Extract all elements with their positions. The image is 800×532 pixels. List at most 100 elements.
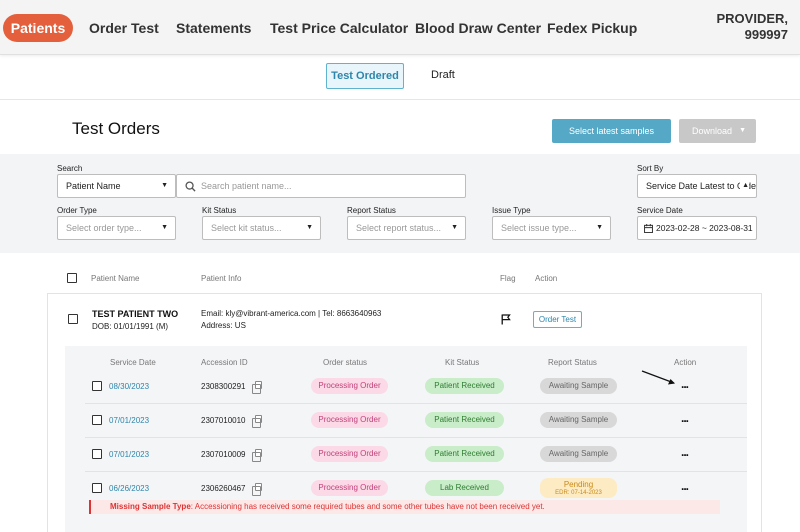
col-flag: Flag [500,274,516,283]
kit-status-select[interactable]: Select kit status... ▼ [202,216,321,240]
nav-blood-draw-center[interactable]: Blood Draw Center [415,20,541,36]
accession-id: 2307010009 [201,450,246,459]
caret-down-icon: ▼ [451,224,458,231]
col-service-date: Service Date [110,358,156,367]
nav-test-price-calculator[interactable]: Test Price Calculator [270,20,408,36]
patient-checkbox[interactable] [68,314,78,324]
report-status-badge: Awaiting Sample [540,412,617,428]
report-status-select[interactable]: Select report status... ▼ [347,216,466,240]
issue-type-select[interactable]: Select issue type... ▼ [492,216,611,240]
order-type-select[interactable]: Select order type... ▼ [57,216,176,240]
order-test-button[interactable]: Order Test [533,311,582,328]
copy-icon[interactable] [252,449,262,462]
order-status-badge: Processing Order [311,412,388,428]
row-checkbox[interactable] [92,449,102,459]
nav-patients[interactable]: Patients [3,14,73,42]
report-status-badge: Awaiting Sample [540,446,617,462]
sort-label: Sort By [637,164,664,173]
select-all-checkbox[interactable] [67,273,77,283]
kit-status-badge: Patient Received [425,412,504,428]
caret-down-icon: ▼ [161,224,168,231]
patient-name: TEST PATIENT TWO [92,309,179,319]
report-status-placeholder: Select report status... [356,223,442,233]
missing-sample-alert: Missing Sample Type: Accessioning has re… [89,500,720,514]
report-status-badge: Pending EDR: 07-14-2023 [540,478,617,498]
report-status-label: Pending [563,480,594,489]
copy-icon[interactable] [252,415,262,428]
accession-id: 2307010010 [201,416,246,425]
more-actions-icon[interactable]: ... [681,479,689,493]
order-status-badge: Processing Order [311,378,388,394]
kit-status-placeholder: Select kit status... [211,223,282,233]
service-date-link[interactable]: 08/30/2023 [109,382,149,391]
more-actions-icon[interactable]: ... [681,411,689,425]
more-actions-icon[interactable]: ... [681,377,689,391]
download-label: Download [692,126,733,136]
caret-down-icon: ▼ [306,224,313,231]
flag-icon[interactable] [501,314,511,325]
service-date-label: Service Date [637,206,683,215]
patient-address: Address: US [201,321,246,330]
accession-id: 2306260467 [201,484,246,493]
kit-status-badge: Patient Received [425,446,504,462]
row-checkbox[interactable] [92,483,102,493]
pointer-arrow-icon [641,370,675,385]
row-divider [85,403,747,404]
select-latest-samples-button[interactable]: Select latest samples [552,119,671,143]
order-type-label: Order Type [57,206,97,215]
nav-order-test[interactable]: Order Test [89,20,159,36]
kit-status-label: Kit Status [202,206,237,215]
tab-draft[interactable]: Draft [431,69,455,81]
search-placeholder: Search patient name... [201,181,292,191]
issue-type-label: Issue Type [492,206,531,215]
caret-down-icon: ▼ [596,224,603,231]
col-order-status: Order status [323,358,368,367]
col-accession-id: Accession ID [201,358,248,367]
tab-test-ordered[interactable]: Test Ordered [326,63,404,89]
accession-id: 2308300291 [201,382,246,391]
patient-contact: Email: kly@vibrant-america.com | Tel: 86… [201,309,382,318]
sub-tabs: Test Ordered Draft [0,56,800,100]
sort-select[interactable]: Service Date Latest to Oldest ▲ [637,174,757,198]
row-divider [85,471,747,472]
row-checkbox[interactable] [92,415,102,425]
col-kit-status: Kit Status [445,358,480,367]
caret-down-icon: ▼ [739,127,746,134]
report-status-label: Report Status [347,206,396,215]
col-report-status: Report Status [548,358,597,367]
patient-dob: DOB: 01/01/1991 (M) [92,322,169,331]
more-actions-icon[interactable]: ... [681,445,689,459]
provider-id: 999997 [744,27,788,42]
col-order-action: Action [674,358,697,367]
service-date-value: 2023-02-28 ~ 2023-08-31 [656,223,753,233]
service-date-link[interactable]: 07/01/2023 [109,450,149,459]
service-date-link[interactable]: 07/01/2023 [109,416,149,425]
service-date-link[interactable]: 06/26/2023 [109,484,149,493]
calendar-icon [644,224,653,233]
nav-fedex-pickup[interactable]: Fedex Pickup [547,20,637,36]
search-type-select[interactable]: Patient Name ▼ [57,174,176,198]
caret-down-icon: ▼ [161,182,168,189]
search-type-value: Patient Name [66,181,121,191]
page-title: Test Orders [72,119,160,138]
download-button[interactable]: Download ▼ [679,119,756,143]
issue-type-placeholder: Select issue type... [501,223,577,233]
kit-status-badge: Lab Received [425,480,504,496]
row-checkbox[interactable] [92,381,102,391]
search-input[interactable]: Search patient name... [176,174,466,198]
top-nav: Patients Order Test Statements Test Pric… [0,0,800,55]
col-patient-name: Patient Name [91,274,140,283]
provider-account[interactable]: PROVIDER, 999997 [716,11,788,43]
copy-icon[interactable] [252,381,262,394]
nav-statements[interactable]: Statements [176,20,251,36]
report-status-badge: Awaiting Sample [540,378,617,394]
row-divider [85,437,747,438]
col-patient-info: Patient Info [201,274,242,283]
col-action: Action [535,274,558,283]
search-label: Search [57,164,83,173]
alert-title: Missing Sample Type [110,502,191,511]
order-status-badge: Processing Order [311,480,388,496]
service-date-picker[interactable]: 2023-02-28 ~ 2023-08-31 [637,216,757,240]
copy-icon[interactable] [252,483,262,496]
search-icon [185,181,196,192]
